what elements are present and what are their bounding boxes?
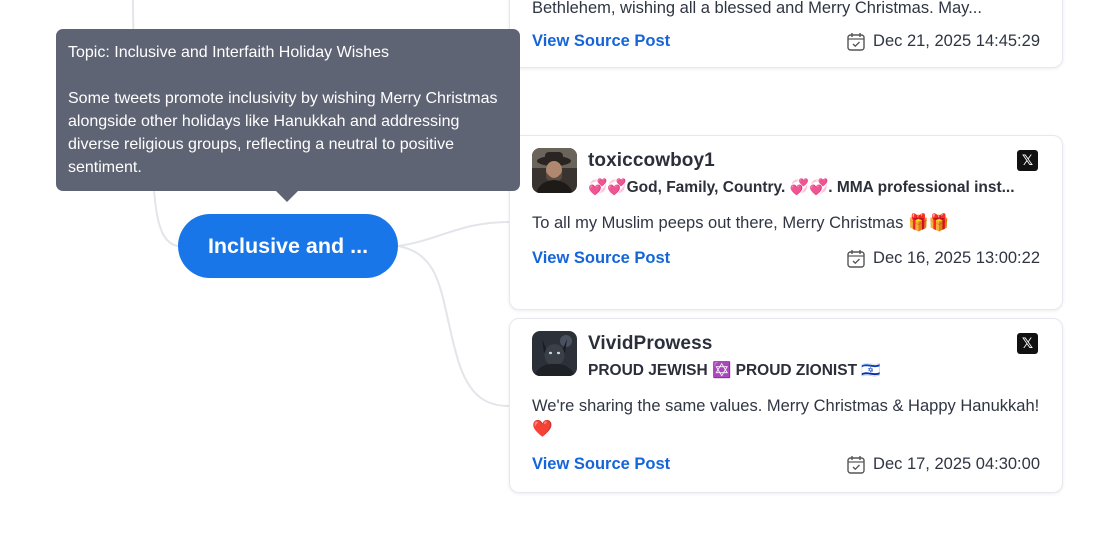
post-date-text: Dec 17, 2025 04:30:00 xyxy=(873,455,1040,473)
post-date: Dec 21, 2025 14:45:29 xyxy=(847,32,1040,51)
post-content: We're sharing the same values. Merry Chr… xyxy=(532,397,1040,438)
post-date: Dec 17, 2025 04:30:00 xyxy=(847,455,1040,474)
calendar-icon xyxy=(847,456,865,474)
view-source-post-link[interactable]: View Source Post xyxy=(532,249,670,268)
x-logo-icon[interactable]: 𝕏 xyxy=(1017,333,1038,354)
post-username: VividProwess xyxy=(588,333,713,354)
calendar-icon xyxy=(847,33,865,51)
post-date: Dec 16, 2025 13:00:22 xyxy=(847,249,1040,268)
post-user-bio: 💞💞God, Family, Country. 💞💞. MMA professi… xyxy=(588,179,1015,196)
topic-tooltip: Topic: Inclusive and Interfaith Holiday … xyxy=(56,29,520,191)
post-card: Bethlehem, wishing all a blessed and Mer… xyxy=(509,0,1063,68)
tooltip-arrow xyxy=(276,191,298,202)
connector-line xyxy=(397,221,510,247)
connector-line xyxy=(397,245,510,407)
post-card: VividProwess PROUD JEWISH ✡️ PROUD ZIONI… xyxy=(509,318,1063,493)
post-card: toxiccowboy1 💞💞God, Family, Country. 💞💞.… xyxy=(509,135,1063,310)
post-date-text: Dec 16, 2025 13:00:22 xyxy=(873,249,1040,267)
x-logo-icon[interactable]: 𝕏 xyxy=(1017,150,1038,171)
avatar xyxy=(532,148,577,193)
post-username: toxiccowboy1 xyxy=(588,150,715,171)
calendar-icon xyxy=(847,250,865,268)
post-content: Bethlehem, wishing all a blessed and Mer… xyxy=(532,0,982,17)
post-date-text: Dec 21, 2025 14:45:29 xyxy=(873,32,1040,50)
post-content: To all my Muslim peeps out there, Merry … xyxy=(532,214,950,232)
topic-node[interactable]: Inclusive and ... xyxy=(178,214,398,278)
avatar xyxy=(532,331,577,376)
tooltip-body: Some tweets promote inclusivity by wishi… xyxy=(68,90,498,176)
view-source-post-link[interactable]: View Source Post xyxy=(532,455,670,474)
tooltip-title: Topic: Inclusive and Interfaith Holiday … xyxy=(68,44,390,61)
view-source-post-link[interactable]: View Source Post xyxy=(532,32,670,51)
post-user-bio: PROUD JEWISH ✡️ PROUD ZIONIST 🇮🇱 xyxy=(588,362,881,379)
